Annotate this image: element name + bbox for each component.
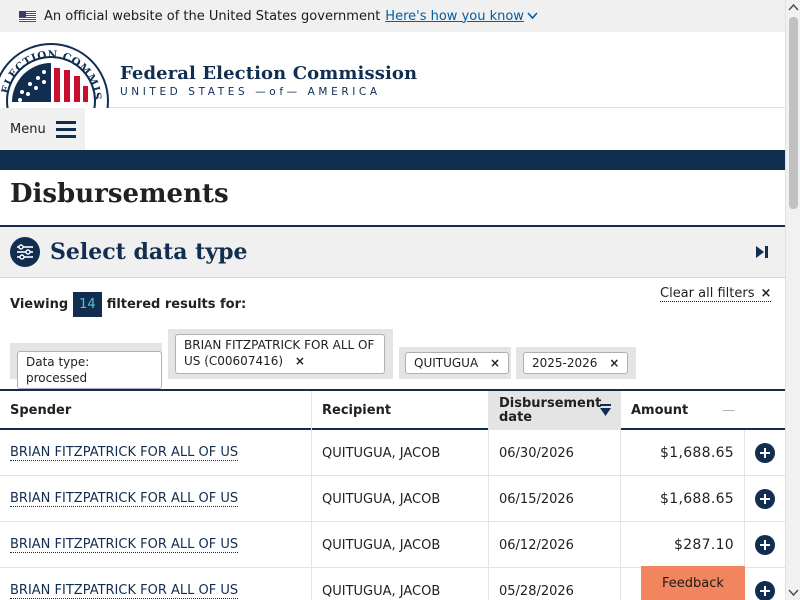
clear-filters-label: Clear all filters [660, 286, 755, 301]
filter-tag-committee[interactable]: BRIAN FITZPATRICK FOR ALL OF US (C006074… [175, 334, 385, 374]
table-header: Spender Recipient Disbursement date Amou… [0, 389, 785, 430]
scroll-down-arrow-icon[interactable] [788, 587, 799, 597]
gov-banner-text: An official website of the United States… [44, 8, 381, 24]
chevron-down-icon[interactable] [527, 12, 538, 20]
filter-tag-recipient[interactable]: QUITUGUA × [405, 352, 510, 374]
viewing-label: Viewing [10, 297, 69, 312]
spender-cell[interactable]: BRIAN FITZPATRICK FOR ALL OF US [0, 430, 312, 476]
us-flag-icon [19, 10, 36, 22]
site-subtitle: UNITED STATES —of— AMERICA [120, 86, 381, 98]
expand-row-icon[interactable] [755, 581, 775, 600]
spender-cell[interactable]: BRIAN FITZPATRICK FOR ALL OF US [0, 522, 312, 568]
page-scrollbar[interactable] [785, 0, 800, 600]
brand[interactable]: Federal Election Commission UNITED STATE… [120, 63, 417, 98]
date-cell: 06/12/2026 [489, 522, 621, 568]
panel-toggle-icon[interactable] [755, 245, 769, 259]
column-header-amount[interactable]: Amount — [621, 391, 745, 430]
remove-filter-icon[interactable]: × [609, 356, 619, 370]
filter-tag-cycle[interactable]: 2025-2026 × [523, 352, 629, 374]
filter-tag-group: Data type: processed [10, 343, 162, 389]
gov-banner: An official website of the United States… [0, 0, 785, 32]
amount-cell: $1,688.65 [621, 476, 745, 522]
menu-label: Menu [10, 121, 46, 137]
filter-tag-label: 2025-2026 [532, 356, 598, 370]
filter-tag-group: BRIAN FITZPATRICK FOR ALL OF US (C006074… [168, 329, 393, 379]
filter-tag-label: Data type: processed [26, 355, 90, 385]
feedback-button[interactable]: Feedback [641, 566, 745, 600]
filter-tag-group: 2025-2026 × [516, 347, 636, 379]
scroll-thumb[interactable] [789, 17, 798, 209]
site-header: ELECTION COMMISSION Federal Election Com… [0, 32, 785, 159]
spender-cell[interactable]: BRIAN FITZPATRICK FOR ALL OF US [0, 568, 312, 600]
menu-button[interactable]: Menu [0, 108, 85, 150]
hamburger-icon [55, 121, 76, 138]
recipient-cell: QUITUGUA, JACOB [312, 522, 489, 568]
date-cell: 05/28/2026 [489, 568, 621, 600]
page-title: Disbursements [10, 179, 229, 209]
spender-cell[interactable]: BRIAN FITZPATRICK FOR ALL OF US [0, 476, 312, 522]
navy-band [0, 150, 785, 170]
sort-neutral-icon: — [722, 403, 735, 418]
filter-tag-group: QUITUGUA × [399, 347, 511, 379]
date-cell: 06/15/2026 [489, 476, 621, 522]
remove-filter-icon[interactable]: × [295, 354, 305, 368]
select-data-type-panel[interactable]: Select data type [0, 225, 785, 278]
sort-descending-icon [600, 404, 611, 416]
scroll-up-arrow-icon[interactable] [788, 3, 799, 13]
table-row[interactable]: BRIAN FITZPATRICK FOR ALL OF US QUITUGUA… [0, 476, 785, 522]
date-cell: 06/30/2026 [489, 430, 621, 476]
results-summary: Viewing 14 filtered results for: [10, 292, 246, 317]
column-header-disbursement-date[interactable]: Disbursement date [489, 391, 621, 430]
recipient-cell: QUITUGUA, JACOB [312, 568, 489, 600]
recipient-cell: QUITUGUA, JACOB [312, 476, 489, 522]
remove-filter-icon[interactable]: × [490, 356, 500, 370]
expand-row-icon[interactable] [755, 443, 775, 463]
select-data-type-label: Select data type [50, 239, 248, 265]
results-suffix: filtered results for: [106, 297, 247, 312]
column-header-spender[interactable]: Spender [0, 391, 312, 430]
recipient-cell: QUITUGUA, JACOB [312, 430, 489, 476]
close-icon: × [760, 286, 772, 301]
filter-tag-label: QUITUGUA [414, 356, 479, 370]
site-title: Federal Election Commission [120, 63, 418, 84]
amount-cell: $1,688.65 [621, 430, 745, 476]
menu-bar: Menu [0, 108, 785, 150]
filter-tag-label: BRIAN FITZPATRICK FOR ALL OF US (C006074… [184, 338, 375, 368]
expand-row-icon[interactable] [755, 535, 775, 555]
how-you-know-link[interactable]: Here's how you know [385, 9, 524, 24]
expand-row-icon[interactable] [755, 489, 775, 509]
amount-cell: $287.10 [621, 522, 745, 568]
table-row[interactable]: BRIAN FITZPATRICK FOR ALL OF US QUITUGUA… [0, 522, 785, 568]
results-count-badge: 14 [73, 292, 102, 317]
filter-tag-data-type: Data type: processed [17, 351, 162, 389]
column-header-recipient[interactable]: Recipient [312, 391, 489, 430]
table-row[interactable]: BRIAN FITZPATRICK FOR ALL OF US QUITUGUA… [0, 430, 785, 476]
filter-sliders-icon [10, 237, 40, 267]
clear-all-filters-button[interactable]: Clear all filters × [660, 286, 772, 302]
